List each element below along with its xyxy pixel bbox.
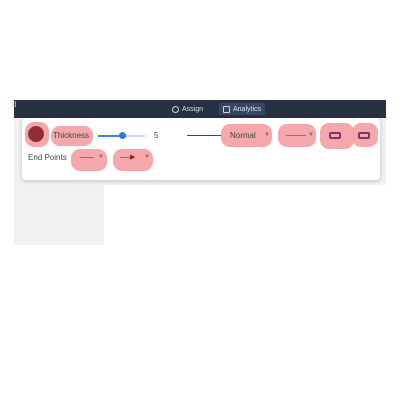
line-style-select[interactable]: Normal xyxy=(230,131,256,140)
chart-square-icon xyxy=(223,105,230,113)
assign-label: Assign xyxy=(182,105,204,113)
dash-style-preview[interactable] xyxy=(286,135,306,136)
arrow-start-icon[interactable] xyxy=(329,132,341,139)
line-preview xyxy=(187,135,221,136)
chevron-down-icon: ▼ xyxy=(144,154,150,160)
annotation-highlight xyxy=(71,149,107,171)
chevron-down-icon: ▼ xyxy=(264,132,270,138)
line-style-toolbar: Thickness 5 Normal ▼ ▼ End Points ▼ ▶ ▼ xyxy=(22,118,380,180)
chevron-down-icon: ▼ xyxy=(308,132,314,138)
thickness-value: 5 xyxy=(154,131,159,140)
start-point-preview[interactable] xyxy=(80,157,94,158)
assign-button[interactable]: Assign xyxy=(172,103,203,115)
end-point-line[interactable] xyxy=(120,157,130,158)
user-circle-icon xyxy=(172,105,179,113)
color-swatch[interactable] xyxy=(28,126,44,142)
thickness-slider-thumb[interactable] xyxy=(119,132,126,139)
end-points-label: End Points xyxy=(28,153,67,162)
drawing-canvas[interactable] xyxy=(104,185,386,245)
analytics-label: Analytics xyxy=(233,105,262,113)
thickness-label: Thickness xyxy=(53,131,90,140)
top-navigation-bar: d Assign Analytics xyxy=(12,100,386,118)
analytics-button[interactable]: Analytics xyxy=(219,103,266,115)
arrow-right-icon: ▶ xyxy=(130,154,136,161)
thickness-slider-fill xyxy=(98,135,119,137)
chevron-down-icon: ▼ xyxy=(98,154,104,160)
arrow-end-icon[interactable] xyxy=(358,132,370,139)
truncated-label: d xyxy=(12,100,17,109)
